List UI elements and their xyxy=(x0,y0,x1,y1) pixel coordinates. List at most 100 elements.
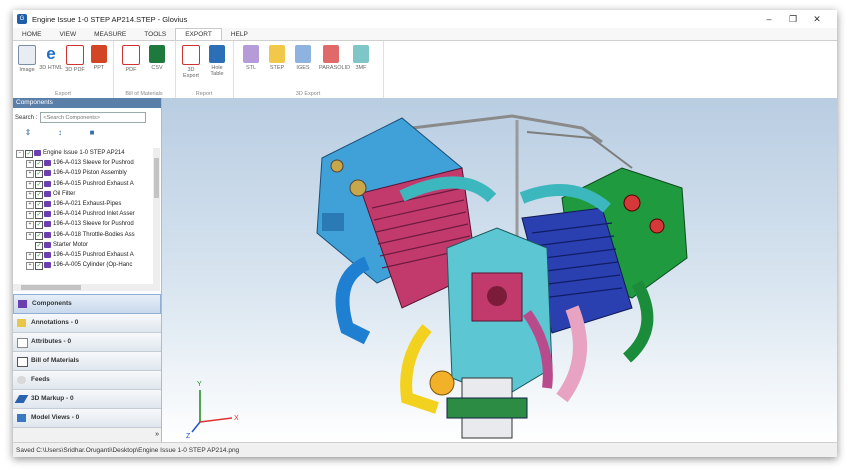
report-group: 3D Export Hole Table Report xyxy=(175,41,234,99)
assembly-icon xyxy=(34,150,41,156)
scroll-thumb[interactable] xyxy=(154,158,159,198)
report-icon xyxy=(182,45,200,65)
tree-item[interactable]: + ✓ 196-A-021 Exhaust-Pipes xyxy=(13,199,153,209)
section-annotations[interactable]: Annotations - 0 xyxy=(13,314,161,333)
pdf-icon xyxy=(122,45,140,65)
model-views-icon xyxy=(17,414,26,422)
section-3d-markup[interactable]: 3D Markup - 0 xyxy=(13,390,161,409)
components-panel-header: Components xyxy=(13,98,161,108)
assembly-icon xyxy=(44,200,51,207)
tree-item[interactable]: + ✓ 196-A-014 Pushrod Inlet Asser xyxy=(13,209,153,220)
part-icon[interactable]: ■ xyxy=(87,128,97,138)
export-image-button[interactable]: Image xyxy=(15,45,39,73)
visibility-checkbox[interactable]: ✓ xyxy=(35,231,43,240)
visibility-checkbox[interactable]: ✓ xyxy=(35,180,43,189)
search-row: Search : xyxy=(15,112,147,123)
visibility-checkbox[interactable]: ✓ xyxy=(35,160,43,169)
tab-help[interactable]: HELP xyxy=(222,29,257,40)
expand-all-icon[interactable]: ⇕ xyxy=(23,128,33,138)
html-icon: e xyxy=(46,44,56,63)
search-components-input[interactable] xyxy=(40,112,147,123)
tree-item[interactable]: + ✓ Oil Filter xyxy=(13,189,153,199)
export-stl-button[interactable]: STL xyxy=(239,45,263,71)
expand-icon[interactable]: + xyxy=(26,160,34,169)
report-3d-export-button[interactable]: 3D Export xyxy=(179,45,203,79)
export-3mf-button[interactable]: 3MF xyxy=(349,45,373,71)
visibility-checkbox[interactable]: ✓ xyxy=(35,190,43,199)
visibility-checkbox[interactable]: ✓ xyxy=(35,251,43,260)
tree-item-root[interactable]: − ✓ Engine Issue 1-0 STEP AP214 xyxy=(13,148,153,158)
tree-item[interactable]: + ✓ 196-A-015 Pushrod Exhaust A xyxy=(13,250,153,260)
expand-icon[interactable]: + xyxy=(26,221,34,230)
group-label-report: Report xyxy=(195,91,213,97)
assembly-icon xyxy=(44,170,51,177)
tree-vertical-scrollbar[interactable] xyxy=(153,148,160,284)
export-group: Image e 3D HTML 3D PDF PPT Export xyxy=(13,41,114,99)
bom-csv-button[interactable]: CSV xyxy=(145,45,169,71)
visibility-checkbox[interactable]: ✓ xyxy=(35,241,43,250)
section-bill-of-materials[interactable]: Bill of Materials xyxy=(13,352,161,371)
annotations-icon xyxy=(17,319,26,327)
hole-table-button[interactable]: Hole Table xyxy=(205,45,229,77)
export-step-button[interactable]: STEP xyxy=(265,45,289,71)
expand-icon[interactable]: + xyxy=(26,170,34,179)
tab-tools[interactable]: TOOLS xyxy=(135,29,175,40)
image-icon xyxy=(18,45,36,65)
visibility-checkbox[interactable]: ✓ xyxy=(35,200,43,209)
section-components[interactable]: Components xyxy=(13,294,161,314)
tree-horizontal-scrollbar[interactable] xyxy=(13,284,160,291)
tree-item[interactable]: + ✓ 196-A-005 Cylinder (Op-Hanc xyxy=(13,260,153,271)
expand-icon[interactable]: + xyxy=(26,262,34,271)
export-ppt-button[interactable]: PPT xyxy=(87,45,111,71)
visibility-checkbox[interactable]: ✓ xyxy=(25,150,33,158)
3d-viewport[interactable]: Y X Z xyxy=(162,98,837,442)
visibility-checkbox[interactable]: ✓ xyxy=(35,262,43,271)
attributes-icon xyxy=(17,338,28,348)
tab-view[interactable]: VIEW xyxy=(51,29,86,40)
export-parasolid-button[interactable]: PARASOLID xyxy=(319,45,350,71)
section-attributes[interactable]: Attributes - 0 xyxy=(13,333,161,352)
expand-icon[interactable]: + xyxy=(26,200,34,209)
tab-export[interactable]: EXPORT xyxy=(175,28,222,40)
export-3d-html-button[interactable]: e 3D HTML xyxy=(39,44,63,72)
axis-triad: Y X Z xyxy=(186,381,239,440)
section-feeds[interactable]: Feeds xyxy=(13,371,161,390)
collapse-icon[interactable]: − xyxy=(16,150,24,158)
panel-sections: Components Annotations - 0 Attributes - … xyxy=(13,294,161,428)
panel-overflow-button[interactable]: » xyxy=(13,428,161,442)
export-iges-button[interactable]: IGES xyxy=(291,45,315,71)
expand-icon[interactable]: + xyxy=(26,190,34,199)
expand-icon[interactable]: + xyxy=(26,251,34,260)
ribbon-tabs: HOME VIEW MEASURE TOOLS EXPORT HELP xyxy=(13,28,837,40)
scroll-thumb[interactable] xyxy=(21,285,81,290)
visibility-checkbox[interactable]: ✓ xyxy=(35,170,43,179)
visibility-checkbox[interactable]: ✓ xyxy=(35,221,43,230)
tree-item[interactable]: + ✓ 196-A-013 Sleeve for Pushrod xyxy=(13,158,153,169)
title-bar: G Engine Issue 1-0 STEP AP214.STEP - Glo… xyxy=(13,10,837,28)
pdf-icon xyxy=(66,45,84,65)
minimize-button[interactable]: – xyxy=(757,10,781,28)
tab-measure[interactable]: MEASURE xyxy=(85,29,135,40)
group-label-bom: Bill of Materials xyxy=(125,91,163,97)
export-3d-pdf-button[interactable]: 3D PDF xyxy=(63,45,87,73)
expand-icon[interactable]: + xyxy=(26,211,34,220)
engine-model[interactable]: Y X Z xyxy=(162,98,837,442)
expand-icon[interactable]: + xyxy=(26,231,34,240)
components-panel: Components Search : ⇕ ↕ ■ − ✓ Engine Iss… xyxy=(13,98,162,442)
tab-home[interactable]: HOME xyxy=(13,29,51,40)
window-controls: – ❐ ✕ xyxy=(757,10,829,28)
section-model-views[interactable]: Model Views - 0 xyxy=(13,409,161,428)
restore-button[interactable]: ❐ xyxy=(781,10,805,28)
tree-item[interactable]: + ✓ 196-A-015 Pushrod Exhaust A xyxy=(13,179,153,189)
bom-pdf-button[interactable]: PDF xyxy=(119,45,143,73)
close-button[interactable]: ✕ xyxy=(805,10,829,28)
tree-item[interactable]: + ✓ 196-A-013 Sleeve for Pushrod xyxy=(13,219,153,230)
bom-group: PDF CSV Bill of Materials xyxy=(113,41,176,99)
assembly-icon xyxy=(44,251,51,258)
tree-item[interactable]: + ✓ 196-A-018 Throttle-Bodies Ass xyxy=(13,230,153,240)
visibility-checkbox[interactable]: ✓ xyxy=(35,211,43,220)
collapse-all-icon[interactable]: ↕ xyxy=(55,128,65,138)
expand-icon[interactable]: + xyxy=(26,180,34,189)
tree-item[interactable]: + ✓ 196-A-019 Piston Assembly xyxy=(13,168,153,179)
tree-item[interactable]: ✓ Starter Motor xyxy=(13,240,153,250)
